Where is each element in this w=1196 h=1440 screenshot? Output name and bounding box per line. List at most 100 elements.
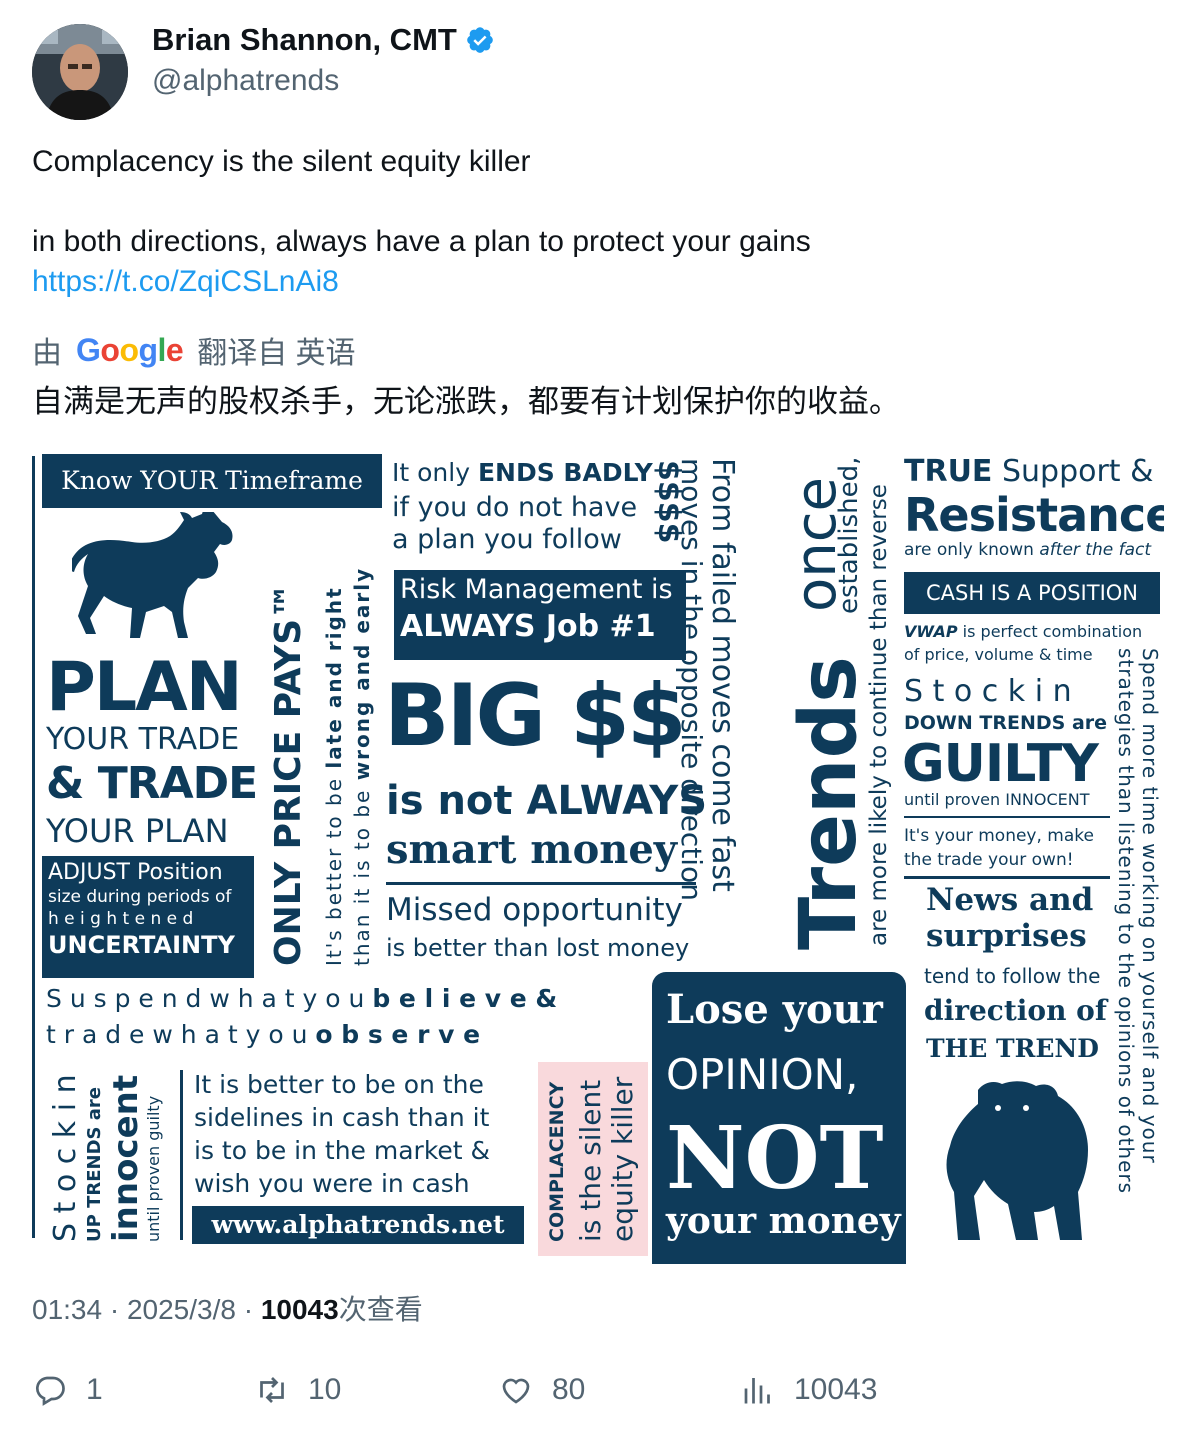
- reply-button[interactable]: 1: [32, 1372, 103, 1408]
- like-button[interactable]: 80: [498, 1372, 585, 1408]
- after-fact-line: are only known after the fact: [904, 540, 1151, 560]
- wrong-early-line: than it is to be wrong and early: [350, 567, 374, 966]
- news-line-1: News and: [926, 882, 1094, 918]
- reply-count: 1: [86, 1373, 103, 1406]
- ends-badly-1a: It only: [392, 458, 471, 487]
- views-label: 次查看: [338, 1294, 423, 1325]
- adjust-line-4: UNCERTAINTY: [48, 931, 235, 959]
- tweet-timestamp[interactable]: 01:34 · 2025/3/8 ·: [32, 1294, 261, 1325]
- views-count: 10043: [260, 1294, 339, 1325]
- repost-button[interactable]: 10: [254, 1372, 341, 1408]
- guilty-rule: [904, 816, 1110, 818]
- bear-icon: [946, 1081, 1088, 1240]
- tweet-line-2: in both directions, always have a plan t…: [32, 225, 811, 258]
- lose-line-2: OPINION,: [666, 1050, 859, 1099]
- avatar-image: [32, 24, 128, 120]
- lose-line-1: Lose your: [666, 986, 883, 1033]
- risk-line-2: ALWAYS Job #1: [400, 609, 656, 644]
- spend-time-line-2: strategies than listening to the opinion…: [1114, 648, 1138, 1195]
- sidelines-line-4: wish you were in cash: [194, 1169, 470, 1198]
- true-support-line: TRUE Support &: [904, 454, 1154, 489]
- lose-opinion-box: Lose your OPINION, NOT your money: [652, 972, 906, 1264]
- sidelines-rule: [180, 1070, 183, 1240]
- your-money-line-2: the trade your own!: [904, 850, 1074, 870]
- author-handle[interactable]: @alphatrends: [152, 64, 339, 98]
- continue-text: are more likely to continue than reverse: [866, 484, 892, 946]
- vwap-line-1: VWAP is perfect combination: [904, 622, 1142, 641]
- adjust-line-1: ADJUST Position: [48, 860, 223, 885]
- suspend-line-2: t r a d e w h a t y o u o b s e r v e: [46, 1020, 480, 1049]
- and-trade-text: & TRADE: [46, 758, 258, 809]
- late-right-a: It's better to be: [322, 776, 346, 966]
- ends-badly-1b: ENDS BADLY: [477, 458, 653, 487]
- true-support-b: Support &: [1001, 454, 1154, 489]
- not-always-text: is not ALWAYS: [386, 778, 708, 824]
- wrong-early-a: than it is to be: [350, 788, 374, 966]
- suspend-2b: o b s e r v e: [315, 1020, 481, 1049]
- views-action-count: 10043: [794, 1373, 878, 1406]
- your-trade-text: YOUR TRADE: [46, 722, 240, 757]
- news-line-5: THE TREND: [926, 1034, 1099, 1063]
- tweet-image-poster[interactable]: Know YOUR Timeframe PLAN YOUR TRADE & TR…: [32, 452, 1164, 1264]
- views-chart-icon: [744, 1378, 770, 1404]
- sidelines-line-3: is to be in the market &: [194, 1136, 491, 1165]
- adjust-line-3: h e i g h t e n e d: [48, 909, 194, 929]
- news-line-4: direction of: [924, 994, 1107, 1027]
- true-support-a: TRUE: [904, 454, 993, 489]
- ends-badly-line-2: if you do not have: [392, 492, 638, 523]
- resistance-heading: Resistance: [904, 488, 1164, 542]
- know-timeframe-banner: Know YOUR Timeframe: [42, 454, 382, 508]
- repost-icon: [260, 1377, 284, 1403]
- big-dollars-heading: BIG $$: [384, 666, 687, 766]
- late-right-b: late and right: [322, 586, 346, 769]
- spend-time-line-1: Spend more time working on yourself and …: [1138, 648, 1162, 1164]
- tweet-meta: 01:34 · 2025/3/8 · 10043次查看: [32, 1288, 423, 1328]
- adjust-position-box: ADJUST Position size during periods of h…: [42, 856, 254, 978]
- translation-attribution[interactable]: 由 Google 翻译自 英语: [32, 328, 356, 372]
- your-money-line-1: It's your money, make: [904, 826, 1094, 846]
- vwap-1b: is perfect combination: [962, 622, 1143, 641]
- suspend-2a: t r a d e w h a t y o u: [46, 1020, 308, 1049]
- complacency-line-3: equity killer: [606, 1076, 639, 1242]
- lost-money-text: is better than lost money: [386, 934, 690, 962]
- after-fact-b: after the fact: [1039, 540, 1152, 560]
- sidelines-line-2: sidelines in cash than it: [194, 1103, 490, 1132]
- up-trends-text: UP TRENDS are: [84, 1087, 105, 1242]
- adjust-line-2: size during periods of: [48, 887, 232, 907]
- news-line-3: tend to follow the: [924, 964, 1101, 988]
- lose-line-3: NOT: [666, 1108, 884, 1209]
- complacency-line-1: COMPLACENCY: [546, 1081, 568, 1242]
- website-banner: www.alphatrends.net: [192, 1206, 524, 1244]
- verified-badge-icon: [467, 27, 493, 53]
- tweet-link[interactable]: https://t.co/ZqiCSLnAi8: [32, 262, 1162, 302]
- heart-icon: [502, 1378, 530, 1404]
- established-text: established,: [834, 456, 864, 614]
- risk-line-1: Risk Management is: [400, 574, 673, 605]
- tweet-line-1: Complacency is the silent equity killer: [32, 145, 531, 178]
- ends-badly-line-1: It only ENDS BADLY: [392, 458, 653, 487]
- views-button[interactable]: 10043: [740, 1372, 877, 1408]
- plan-heading: PLAN: [46, 648, 243, 727]
- tweet-actions-bar: 1 10 80 10043: [32, 1372, 1162, 1416]
- news-line-2: surprises: [926, 918, 1087, 954]
- missed-opportunity-text: Missed opportunity: [386, 892, 683, 928]
- sidelines-line-1: It is better to be on the: [194, 1070, 484, 1099]
- author-name-row[interactable]: Brian Shannon, CMT: [152, 22, 495, 58]
- smart-money-rule: [386, 882, 696, 885]
- author-display-name[interactable]: Brian Shannon, CMT: [152, 22, 457, 58]
- author-avatar[interactable]: [32, 24, 128, 120]
- stock-in-down: S t o c k i n: [904, 674, 1072, 709]
- tweet-text: Complacency is the silent equity killer …: [32, 142, 1162, 302]
- suspend-1a: S u s p e n d w h a t y o u: [46, 984, 365, 1013]
- google-logo: Google: [76, 331, 184, 368]
- until-guilty-text: until proven guilty: [144, 1095, 163, 1242]
- like-count: 80: [552, 1373, 586, 1406]
- news-rule: [904, 876, 1110, 879]
- repost-count: 10: [308, 1373, 342, 1406]
- vwap-1a: VWAP: [904, 622, 958, 641]
- stock-in-up: S t o c k i n: [48, 1074, 83, 1242]
- ends-badly-line-3: a plan you follow: [392, 524, 622, 555]
- your-plan-text: YOUR PLAN: [46, 812, 229, 850]
- failed-moves-text: From failed moves come fast: [705, 458, 740, 892]
